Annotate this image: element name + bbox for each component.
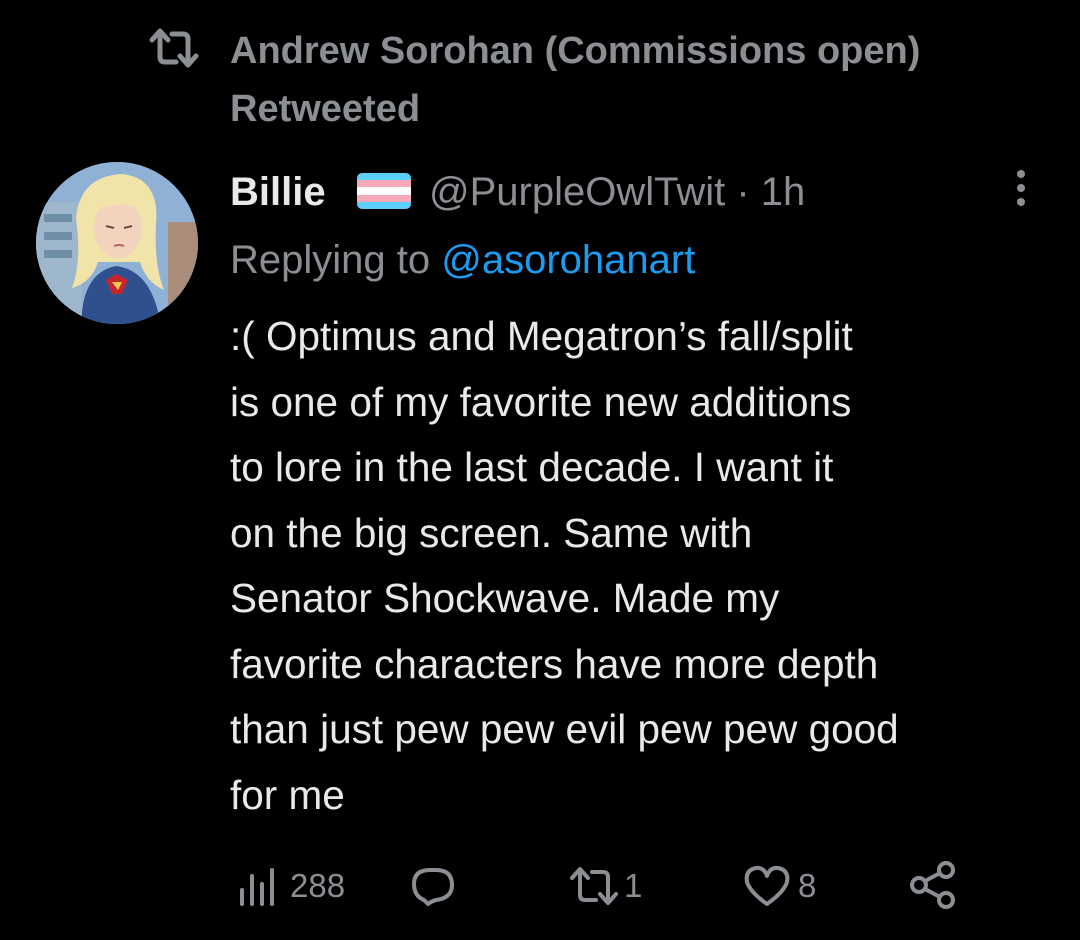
more-options-icon[interactable] [1004,168,1038,208]
replying-to-line: Replying to @asorohanart [230,232,695,288]
transgender-flag-icon [357,173,411,209]
separator-dot: · [725,170,761,214]
user-handle[interactable]: @PurpleOwlTwit [429,170,725,214]
like-count: 8 [798,867,817,904]
share-button[interactable] [908,858,968,914]
reply-button[interactable] [406,858,496,914]
timestamp[interactable]: 1h [761,170,806,214]
tweet-header: Billie @PurpleOwlTwit · 1h [230,164,1030,220]
retweet-icon [148,26,200,70]
tweet-text: :( Optimus and Megatron’s fall/split is … [230,313,899,818]
views-chart-icon [240,868,274,906]
handle-and-time: @PurpleOwlTwit · 1h [429,164,805,220]
replying-to-label: Replying to [230,238,442,282]
retweeted-by-label[interactable]: Andrew Sorohan (Commissions open) Retwee… [230,22,1050,138]
retweet-button[interactable]: 1 [566,858,676,914]
retweet-count: 1 [624,867,643,904]
reply-icon [412,868,454,906]
like-button[interactable]: 8 [742,858,842,914]
mention-link[interactable]: @asorohanart [441,238,695,282]
display-name[interactable]: Billie [230,164,326,220]
heart-icon [744,865,790,906]
views-button[interactable]: 288 [236,858,366,914]
retweet-icon [570,867,618,905]
action-bar: 288 1 8 [236,858,996,914]
avatar[interactable] [36,162,198,324]
share-icon [910,861,955,909]
views-count: 288 [290,867,346,904]
